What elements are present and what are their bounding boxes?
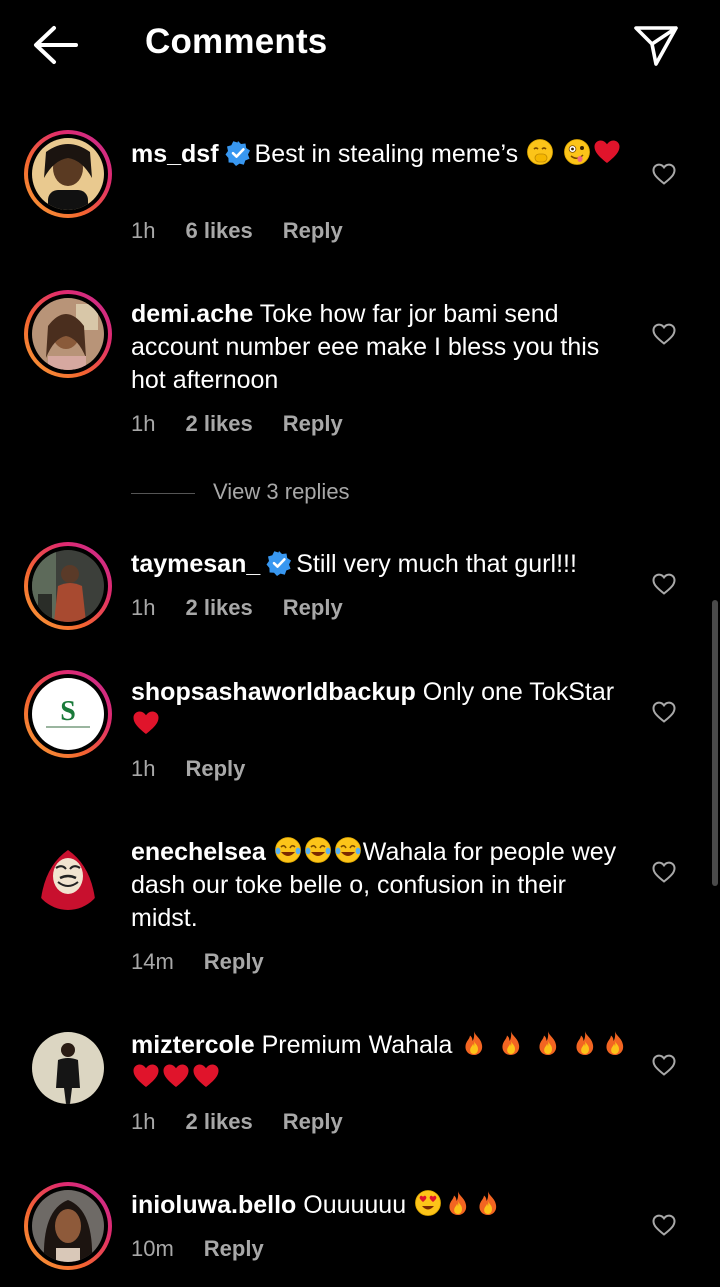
arrow-left-icon[interactable] (32, 24, 80, 66)
comment-text: Only one TokStar (422, 678, 615, 706)
reply-button[interactable]: Reply (283, 218, 343, 243)
fire-emoji-icon (460, 1029, 488, 1057)
hand-over-mouth-emoji-icon (526, 138, 554, 166)
heart-outline-icon[interactable] (652, 323, 676, 345)
comment-time: 1h (131, 411, 156, 436)
heart-outline-icon[interactable] (652, 573, 676, 595)
red-heart-emoji-icon (593, 138, 621, 166)
heart-outline-icon[interactable] (652, 1054, 676, 1076)
avatar[interactable] (32, 1032, 104, 1104)
reply-button[interactable]: Reply (185, 756, 245, 781)
comment-username[interactable]: ms_dsf (131, 140, 219, 168)
likes-count[interactable]: 2 likes (185, 595, 252, 620)
red-heart-emoji-icon (132, 709, 160, 737)
comment-time: 1h (131, 756, 156, 781)
comment-text: Best in stealing meme’s (254, 140, 519, 168)
verified-badge-icon (225, 140, 251, 166)
comment-username[interactable]: shopsashaworldbackup (131, 678, 416, 706)
comment-time: 1h (131, 1109, 156, 1134)
comment-text: Ouuuuuu (303, 1191, 407, 1219)
comment-meta: 14m Reply (131, 947, 294, 977)
likes-count[interactable]: 2 likes (185, 1109, 252, 1134)
fire-emoji-icon (534, 1029, 562, 1057)
reply-button[interactable]: Reply (204, 949, 264, 974)
fire-emoji-icon (497, 1029, 525, 1057)
paper-plane-icon[interactable] (632, 24, 680, 68)
red-heart-emoji-icon (132, 1062, 160, 1090)
view-replies-button[interactable]: View 3 replies (131, 478, 350, 506)
avatar[interactable] (24, 542, 112, 630)
fire-emoji-icon (444, 1189, 472, 1217)
reply-button[interactable]: Reply (283, 595, 343, 620)
comment-meta: 1h 2 likes Reply (131, 409, 373, 439)
svg-text:S: S (60, 696, 76, 727)
avatar[interactable]: S (24, 670, 112, 758)
comment-meta: 1h Reply (131, 754, 275, 784)
heart-outline-icon[interactable] (652, 861, 676, 883)
comment-time: 1h (131, 218, 156, 243)
comment-meta: 1h 2 likes Reply (131, 593, 373, 623)
likes-count[interactable]: 2 likes (185, 411, 252, 436)
comment-meta: 1h 2 likes Reply (131, 1107, 373, 1137)
red-heart-emoji-icon (192, 1062, 220, 1090)
comment-text: Still very much that gurl!!! (296, 550, 577, 578)
reply-button[interactable]: Reply (283, 1109, 343, 1134)
divider (131, 492, 195, 494)
avatar[interactable] (24, 290, 112, 378)
comment-username[interactable]: inioluwa.bello (131, 1191, 296, 1219)
tears-of-joy-emoji-icon (334, 836, 362, 864)
comment-username[interactable]: demi.ache (131, 300, 253, 328)
comment-meta: 1h 6 likes Reply (131, 216, 373, 246)
comment-text: Premium Wahala (261, 1031, 453, 1059)
reply-button[interactable]: Reply (204, 1236, 264, 1261)
avatar[interactable] (24, 1182, 112, 1270)
comment-time: 1h (131, 595, 156, 620)
zany-face-emoji-icon (563, 138, 591, 166)
reply-button[interactable]: Reply (283, 411, 343, 436)
fire-emoji-icon (474, 1189, 502, 1217)
fire-emoji-icon (571, 1029, 599, 1057)
heart-outline-icon[interactable] (652, 701, 676, 723)
comment-username[interactable]: miztercole (131, 1031, 255, 1059)
comment-username[interactable]: taymesan_ (131, 550, 260, 578)
avatar[interactable] (32, 838, 104, 910)
comment-username[interactable]: enechelsea (131, 838, 266, 866)
scrollbar[interactable] (712, 600, 718, 886)
tears-of-joy-emoji-icon (304, 836, 332, 864)
red-heart-emoji-icon (162, 1062, 190, 1090)
fire-emoji-icon (601, 1029, 629, 1057)
verified-badge-icon (266, 550, 292, 576)
avatar[interactable] (24, 130, 112, 218)
heart-eyes-emoji-icon (414, 1189, 442, 1217)
likes-count[interactable]: 6 likes (185, 218, 252, 243)
heart-outline-icon[interactable] (652, 163, 676, 185)
view-replies-label: View 3 replies (213, 479, 350, 504)
comment-meta: 10m Reply (131, 1234, 294, 1264)
header-bar: Comments (0, 0, 720, 90)
comment-time: 14m (131, 949, 174, 974)
page-title: Comments (145, 22, 328, 61)
heart-outline-icon[interactable] (652, 1214, 676, 1236)
tears-of-joy-emoji-icon (274, 836, 302, 864)
comment-time: 10m (131, 1236, 174, 1261)
